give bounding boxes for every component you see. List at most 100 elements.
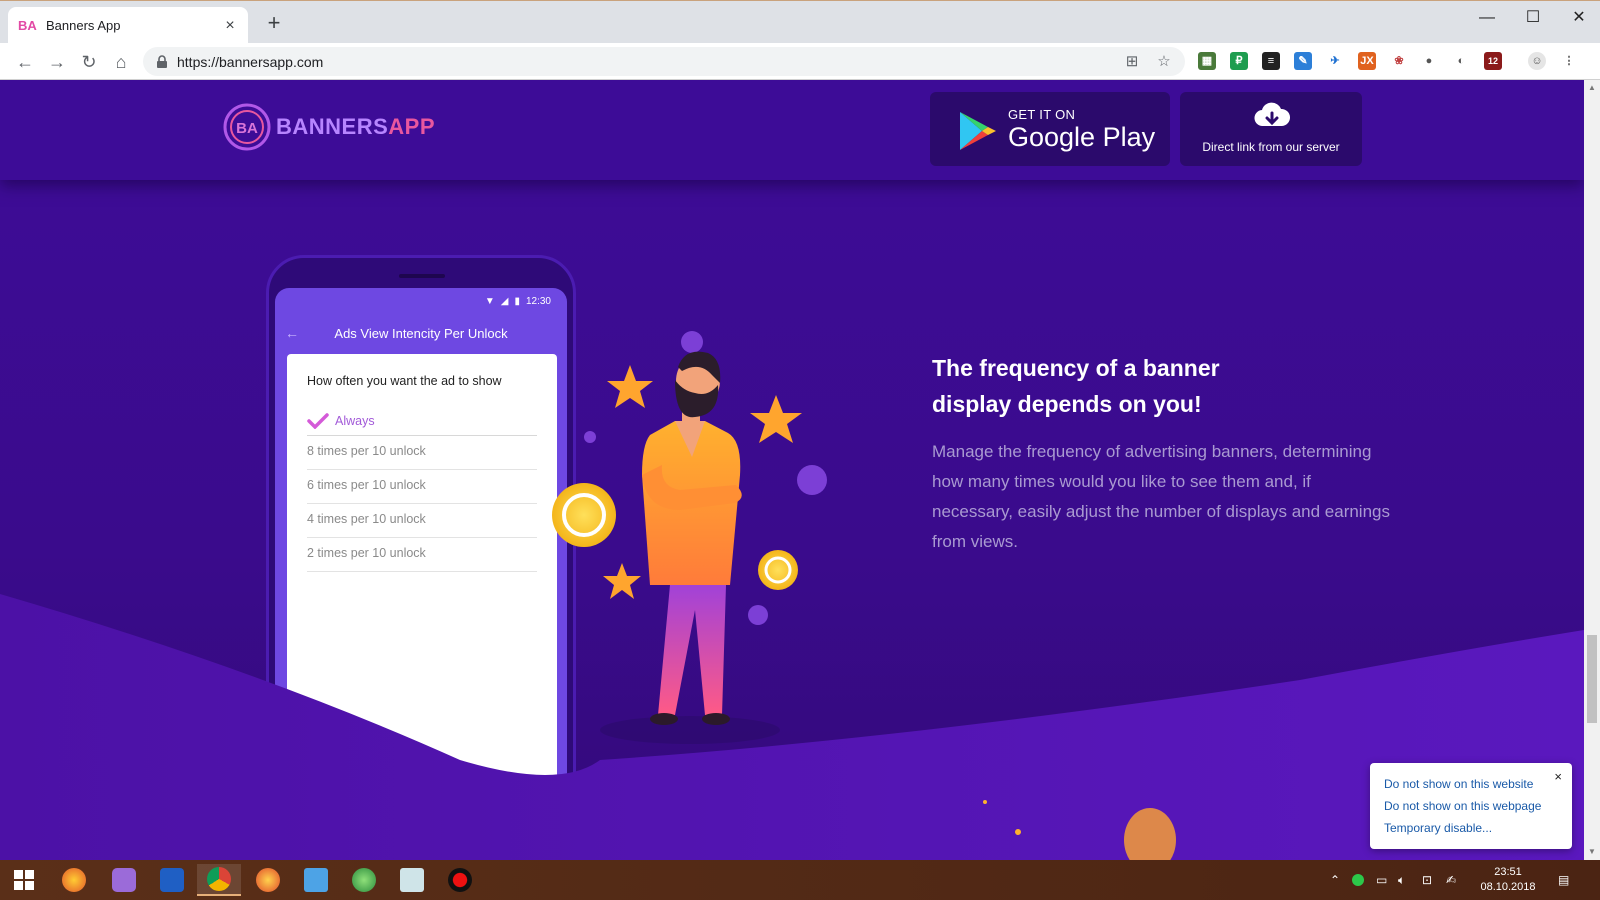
logo-text-app: APP <box>388 114 436 139</box>
logo-mark-text: BA <box>236 120 258 137</box>
address-bar[interactable]: https://bannersapp.com ⊞ ☆ <box>143 47 1185 76</box>
google-play-small-label: GET IT ON <box>1008 107 1076 122</box>
forward-arrow-icon[interactable]: → <box>44 49 70 75</box>
new-tab-button[interactable]: + <box>262 11 286 35</box>
page-scrollbar[interactable]: ▲ ▼ <box>1584 80 1600 860</box>
extension-icon-4[interactable]: ✎ <box>1294 52 1312 70</box>
extension-icon-3[interactable]: ≡ <box>1262 52 1280 70</box>
google-play-icon <box>960 112 996 150</box>
extension-jx-icon[interactable]: JX <box>1358 52 1376 70</box>
profile-avatar-icon[interactable]: ☺ <box>1528 52 1546 70</box>
url-text: https://bannersapp.com <box>177 53 324 70</box>
option-always[interactable]: Always <box>307 406 537 436</box>
tray-network-icon[interactable]: ⊡ <box>1422 860 1432 900</box>
extension-icon-2[interactable]: ₽ <box>1230 52 1248 70</box>
section-heading-line1: The frequency of a banner <box>932 355 1220 381</box>
google-play-button[interactable]: GET IT ON Google Play <box>930 92 1170 166</box>
reload-icon[interactable]: ↻ <box>76 49 102 75</box>
taskbar-clock[interactable]: 23:51 08.10.2018 <box>1478 865 1538 895</box>
do-not-show-website-link[interactable]: Do not show on this website <box>1384 773 1558 795</box>
taskbar-time: 23:51 <box>1494 866 1522 878</box>
extension-icon-1[interactable]: ▦ <box>1198 52 1216 70</box>
option-6-times[interactable]: 6 times per 10 unlock <box>307 470 537 504</box>
block-options-popup: × Do not show on this website Do not sho… <box>1370 763 1572 849</box>
popup-close-icon[interactable]: × <box>1554 769 1562 784</box>
scrollbar-thumb[interactable] <box>1587 635 1597 723</box>
direct-link-label: Direct link from our server <box>1202 140 1340 154</box>
browser-tab[interactable]: BA Banners App × <box>8 7 248 44</box>
checkmark-icon <box>307 412 329 429</box>
firefox-taskbar-icon[interactable] <box>52 864 96 896</box>
wifi-icon: ▼ <box>484 295 495 307</box>
tab-close-icon[interactable]: × <box>222 17 238 35</box>
globe-taskbar-icon[interactable] <box>342 864 386 896</box>
option-always-label: Always <box>335 413 375 428</box>
tray-battery-icon[interactable]: ▭ <box>1376 860 1387 900</box>
phone-screen: ▼ ◢ ▮ 12:30 ← Ads View Intencity Per Unl… <box>275 288 567 848</box>
notes-taskbar-icon[interactable] <box>390 864 434 896</box>
windows-logo-icon <box>14 870 34 890</box>
close-window-button[interactable]: ✕ <box>1556 5 1600 31</box>
phone-speaker <box>399 274 445 278</box>
yandex-taskbar-icon[interactable] <box>246 864 290 896</box>
minimize-window-button[interactable]: — <box>1464 5 1510 31</box>
option-2-times[interactable]: 2 times per 10 unlock <box>307 538 537 572</box>
extension-bulb-icon[interactable]: ● <box>1420 52 1438 70</box>
site-logo[interactable]: BA BANNERSAPP <box>222 102 435 152</box>
malwarebytes-taskbar-icon[interactable] <box>150 864 194 896</box>
option-8-times[interactable]: 8 times per 10 unlock <box>307 436 537 470</box>
windows-taskbar: ⌃ ▭ 🔈︎ ⊡ ✍︎ 23:51 08.10.2018 ▤ <box>0 860 1600 900</box>
scroll-down-arrow-icon[interactable]: ▼ <box>1584 844 1600 860</box>
tray-status-icon[interactable] <box>1352 860 1364 900</box>
status-time: 12:30 <box>525 295 551 307</box>
extension-icon-7[interactable]: ❀ <box>1390 52 1408 70</box>
man-with-coins-illustration <box>552 331 827 744</box>
extension-plane-icon[interactable]: ✈ <box>1326 52 1344 70</box>
back-arrow-icon[interactable]: ← <box>275 325 309 341</box>
recorder-taskbar-icon[interactable] <box>438 864 482 896</box>
section-heading: The frequency of a banner display depend… <box>932 350 1352 422</box>
scroll-up-arrow-icon[interactable]: ▲ <box>1584 80 1600 96</box>
tray-pen-icon[interactable]: ✍︎ <box>1446 860 1456 900</box>
taskbar-date: 08.10.2018 <box>1480 881 1536 893</box>
temporary-disable-link[interactable]: Temporary disable... <box>1384 817 1558 839</box>
back-arrow-icon[interactable]: ← <box>12 49 38 75</box>
battery-icon: ▮ <box>514 295 520 307</box>
phone-appbar: ← Ads View Intencity Per Unlock <box>275 314 567 352</box>
start-button[interactable] <box>2 864 46 896</box>
phone-status-bar: ▼ ◢ ▮ 12:30 <box>275 288 567 314</box>
page-content: BA BANNERSAPP GET IT ON Google Play Dire… <box>0 80 1584 860</box>
extension-badge-icon[interactable]: 12 <box>1484 52 1502 70</box>
tab-title: Banners App <box>46 18 121 33</box>
browser-toolbar: ← → ↻ ⌂ https://bannersapp.com ⊞ ☆ ▦ ₽ ≡… <box>0 43 1600 80</box>
browser-titlebar: BA Banners App × + — ☐ ✕ <box>0 0 1600 44</box>
home-icon[interactable]: ⌂ <box>108 49 134 75</box>
tray-volume-icon[interactable]: 🔈︎ <box>1398 860 1405 900</box>
logo-text: BANNERSAPP <box>276 114 435 140</box>
tray-chevron-icon[interactable]: ⌃ <box>1330 860 1340 900</box>
extension-icon-9[interactable]: ◐ <box>1452 52 1470 70</box>
option-4-times[interactable]: 4 times per 10 unlock <box>307 504 537 538</box>
menu-kebab-icon[interactable]: ⋮ <box>1560 52 1578 70</box>
maximize-window-button[interactable]: ☐ <box>1510 5 1556 31</box>
chrome-taskbar-icon[interactable] <box>197 864 241 896</box>
phone-appbar-title: Ads View Intencity Per Unlock <box>334 325 508 341</box>
extension-badge-count: 12 <box>1487 56 1498 66</box>
frequency-card: How often you want the ad to show Always… <box>287 354 557 848</box>
tab-favicon-icon: BA <box>18 18 37 33</box>
phone-mockup: ▼ ◢ ▮ 12:30 ← Ads View Intencity Per Unl… <box>266 255 576 860</box>
site-header: BA BANNERSAPP GET IT ON Google Play Dire… <box>0 80 1584 180</box>
control-panel-taskbar-icon[interactable] <box>294 864 338 896</box>
notifications-icon[interactable]: ▤ <box>1558 860 1569 900</box>
cloud-download-icon <box>1254 102 1290 127</box>
translate-icon[interactable]: ⊞ <box>1121 51 1143 73</box>
direct-link-button[interactable]: Direct link from our server <box>1180 92 1362 166</box>
frequency-card-title: How often you want the ad to show <box>307 374 502 388</box>
picsart-taskbar-icon[interactable] <box>102 864 146 896</box>
logo-text-banners: BANNERS <box>276 114 389 139</box>
google-play-big-label: Google Play <box>1008 122 1156 152</box>
section-body: Manage the frequency of advertising bann… <box>932 442 1390 551</box>
bookmark-star-icon[interactable]: ☆ <box>1153 51 1175 73</box>
do-not-show-webpage-link[interactable]: Do not show on this webpage <box>1384 795 1558 817</box>
signal-icon: ◢ <box>500 295 509 307</box>
